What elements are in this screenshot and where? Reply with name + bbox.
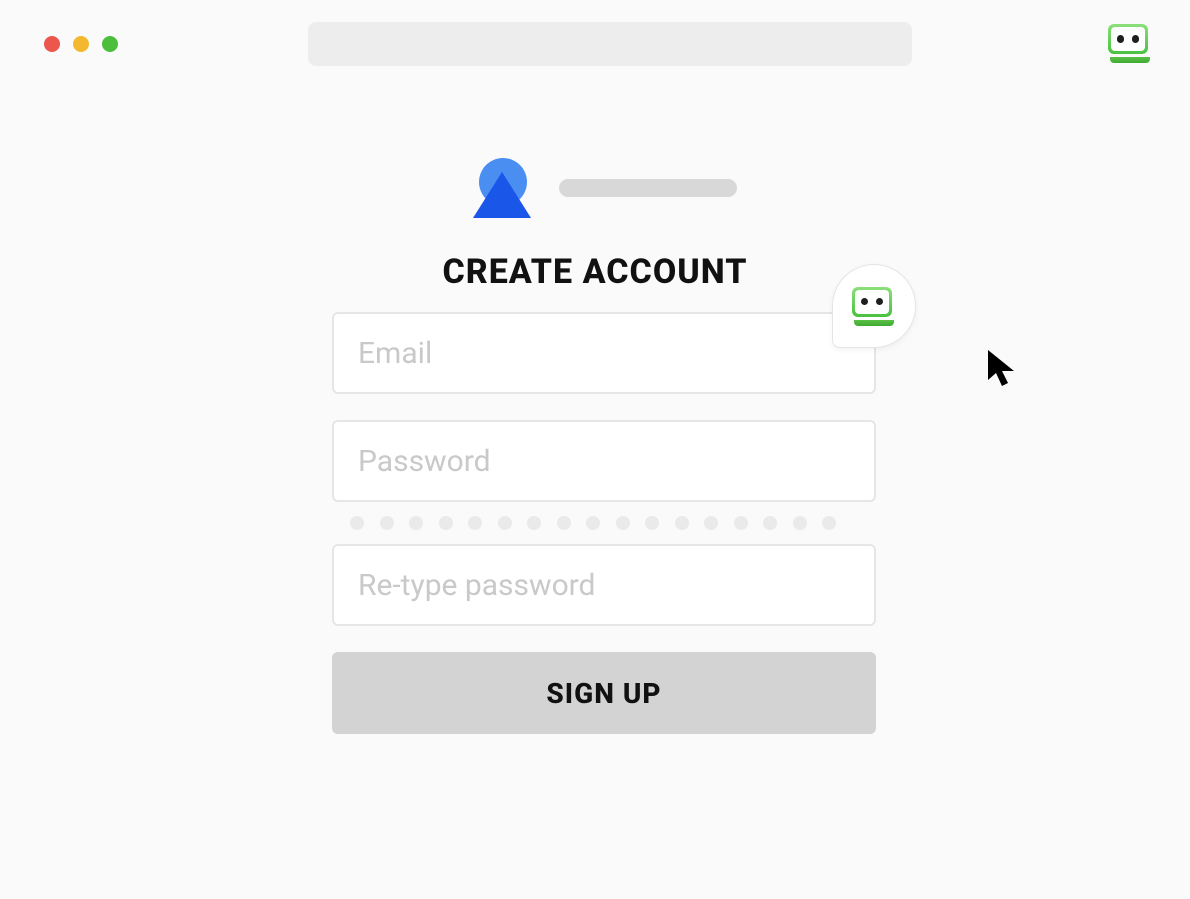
create-account-form: SIGN UP [332,312,876,734]
email-field[interactable] [332,312,876,394]
password-field[interactable] [332,420,876,502]
zoom-window-button[interactable] [102,36,118,52]
password-strength-dots [350,516,876,530]
sign-up-button[interactable]: SIGN UP [332,652,876,734]
roboform-icon [1108,24,1152,63]
roboform-icon [852,287,896,326]
browser-address-bar[interactable] [308,22,912,66]
site-logo-area [475,158,737,218]
minimize-window-button[interactable] [73,36,89,52]
autofill-badge[interactable] [832,264,916,348]
site-logo-icon [475,158,529,218]
close-window-button[interactable] [44,36,60,52]
mouse-pointer-icon [986,348,1022,394]
site-name-placeholder [559,179,737,197]
retype-password-field[interactable] [332,544,876,626]
password-manager-extension-icon[interactable] [1108,24,1152,63]
page-title: CREATE ACCOUNT [0,252,1190,292]
window-traffic-lights [44,36,118,52]
